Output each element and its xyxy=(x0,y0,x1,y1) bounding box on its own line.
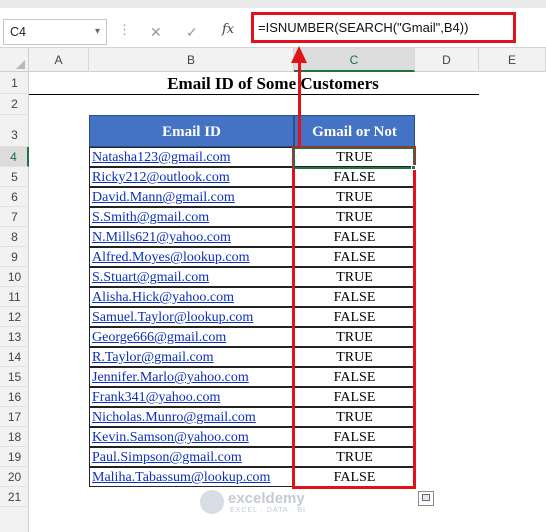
column-header-c[interactable]: C xyxy=(294,48,415,72)
row-header-5[interactable]: 5 xyxy=(0,167,29,187)
row-header-6[interactable]: 6 xyxy=(0,187,29,207)
cancel-icon[interactable]: ✕ xyxy=(150,24,162,40)
name-box[interactable]: C4 ▾ xyxy=(3,19,107,45)
email-cell[interactable]: George666@gmail.com xyxy=(89,327,294,347)
row-header-13[interactable]: 13 xyxy=(0,327,29,347)
paste-options-button[interactable] xyxy=(418,491,434,506)
sheet-title[interactable]: Email ID of Some Customers xyxy=(0,74,546,94)
column-header-b[interactable]: B xyxy=(89,48,294,72)
header-email-id[interactable]: Email ID xyxy=(89,115,294,147)
row-header-19[interactable]: 19 xyxy=(0,447,29,467)
email-cell[interactable]: S.Stuart@gmail.com xyxy=(89,267,294,287)
email-cell[interactable]: Frank341@yahoo.com xyxy=(89,387,294,407)
email-cell[interactable]: N.Mills621@yahoo.com xyxy=(89,227,294,247)
row-header-3[interactable]: 3 xyxy=(0,115,29,147)
name-box-value: C4 xyxy=(10,25,26,39)
email-cell[interactable]: R.Taylor@gmail.com xyxy=(89,347,294,367)
email-cell[interactable]: Nicholas.Munro@gmail.com xyxy=(89,407,294,427)
email-cell[interactable]: Jennifer.Marlo@yahoo.com xyxy=(89,367,294,387)
row-header-18[interactable]: 18 xyxy=(0,427,29,447)
row-header-2[interactable]: 2 xyxy=(0,94,29,115)
row-header-21[interactable]: 21 xyxy=(0,487,29,507)
email-cell[interactable]: S.Smith@gmail.com xyxy=(89,207,294,227)
email-cell[interactable]: David.Mann@gmail.com xyxy=(89,187,294,207)
email-cell[interactable]: Natasha123@gmail.com xyxy=(89,147,294,167)
select-all-icon xyxy=(16,60,25,69)
header-gmail-or-not[interactable]: Gmail or Not xyxy=(294,115,415,147)
exceldemy-logo-icon xyxy=(200,490,224,514)
row-header-17[interactable]: 17 xyxy=(0,407,29,427)
row-header-16[interactable]: 16 xyxy=(0,387,29,407)
result-highlight-box xyxy=(292,146,416,489)
row-header-11[interactable]: 11 xyxy=(0,287,29,307)
email-cell[interactable]: Kevin.Samson@yahoo.com xyxy=(89,427,294,447)
row-header-10[interactable]: 10 xyxy=(0,267,29,287)
formula-bar: C4 ▾ ⋮ ✕ ✓ fx =ISNUMBER(SEARCH("Gmail",B… xyxy=(0,8,546,48)
row-header-7[interactable]: 7 xyxy=(0,207,29,227)
email-cell[interactable]: Alfred.Moyes@lookup.com xyxy=(89,247,294,267)
clipboard-icon xyxy=(422,494,430,501)
row-header-14[interactable]: 14 xyxy=(0,347,29,367)
callout-arrow-head xyxy=(291,46,307,63)
row-header-8[interactable]: 8 xyxy=(0,227,29,247)
title-underline xyxy=(29,94,479,95)
column-header-a[interactable]: A xyxy=(29,48,89,72)
row-header-20[interactable]: 20 xyxy=(0,467,29,487)
row-header-4[interactable]: 4 xyxy=(0,147,29,167)
row-header-9[interactable]: 9 xyxy=(0,247,29,267)
select-all-button[interactable] xyxy=(0,48,29,72)
email-cell[interactable]: Paul.Simpson@gmail.com xyxy=(89,447,294,467)
column-header-e[interactable]: E xyxy=(479,48,546,72)
active-cell-border xyxy=(293,147,415,169)
ribbon-edge xyxy=(0,0,546,8)
row-header-15[interactable]: 15 xyxy=(0,367,29,387)
watermark-tagline: EXCEL · DATA · BI xyxy=(230,507,306,514)
drag-handle-icon[interactable]: ⋮ xyxy=(118,22,132,38)
chevron-down-icon[interactable]: ▾ xyxy=(95,20,100,44)
row-header-12[interactable]: 12 xyxy=(0,307,29,327)
email-cell[interactable]: Samuel.Taylor@lookup.com xyxy=(89,307,294,327)
email-cell[interactable]: Ricky212@outlook.com xyxy=(89,167,294,187)
fill-handle[interactable] xyxy=(411,165,416,170)
email-cell[interactable]: Alisha.Hick@yahoo.com xyxy=(89,287,294,307)
callout-arrow-shaft xyxy=(298,62,301,148)
fx-icon[interactable]: fx xyxy=(222,22,234,38)
watermark-name: exceldemy xyxy=(228,490,305,507)
row-headers: 1 2 3 4 5 6 7 8 9 10 11 12 13 14 15 16 1… xyxy=(0,72,29,532)
formula-input[interactable]: =ISNUMBER(SEARCH("Gmail",B4)) xyxy=(251,12,516,43)
email-cell[interactable]: Maliha.Tabassum@lookup.com xyxy=(89,467,294,487)
column-headers: A B C D E xyxy=(0,48,546,72)
column-header-d[interactable]: D xyxy=(415,48,479,72)
check-icon[interactable]: ✓ xyxy=(186,24,198,40)
